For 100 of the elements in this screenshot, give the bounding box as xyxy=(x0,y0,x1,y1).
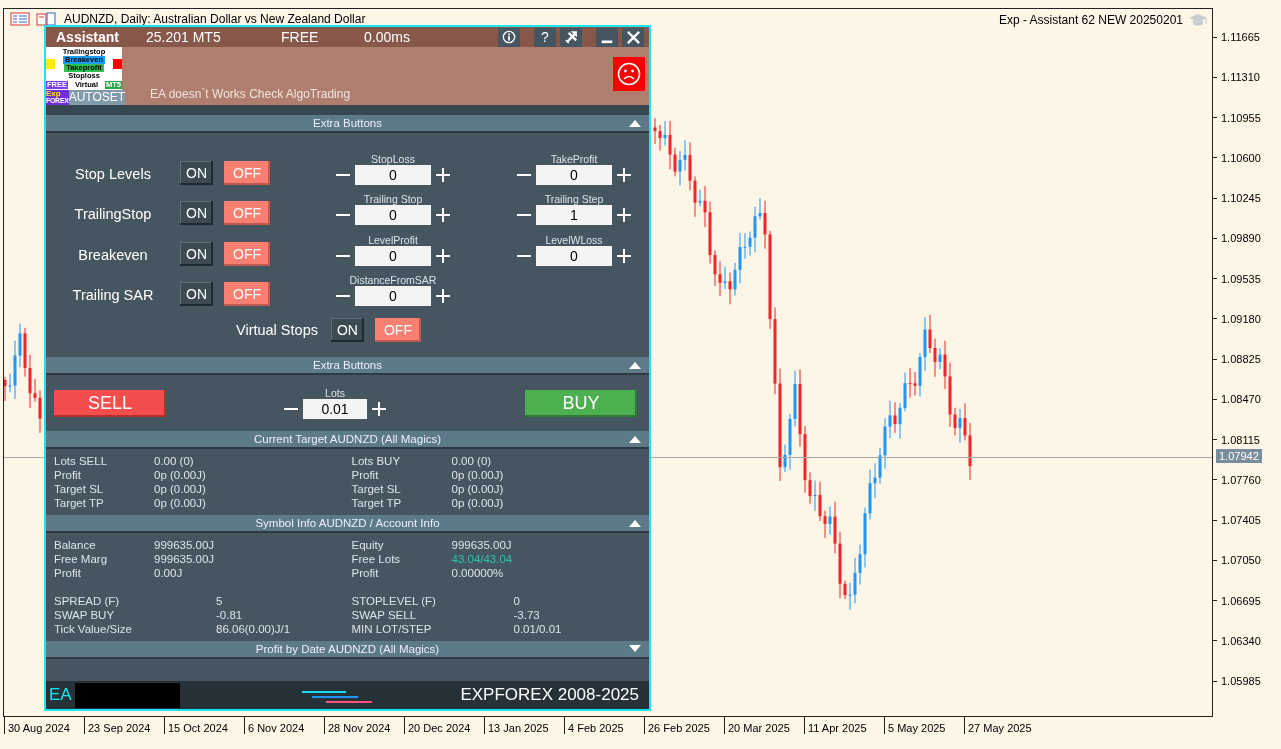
status-indicator[interactable] xyxy=(613,57,645,91)
section-header[interactable]: Extra Buttons xyxy=(46,357,649,375)
plus-icon[interactable] xyxy=(372,402,386,416)
date-label: 13 Jan 2025 xyxy=(484,717,564,734)
stat-label: STOPLEVEL (F) xyxy=(351,594,437,608)
stat-label: SWAP BUY xyxy=(54,608,116,622)
stat-label: MIN LOT/STEP xyxy=(351,622,433,636)
version-label: 25.201 MT5 xyxy=(146,29,222,45)
plus-icon[interactable] xyxy=(436,208,450,222)
date-label: 4 Feb 2025 xyxy=(564,717,644,734)
date-label: 20 Dec 2024 xyxy=(404,717,484,734)
date-label: 5 May 2025 xyxy=(884,717,964,734)
number-field[interactable]: 0 xyxy=(355,205,431,225)
date-label: 20 Mar 2025 xyxy=(724,717,804,734)
price-label: 1.07405 xyxy=(1221,514,1261,526)
field-label: LevelProfit xyxy=(368,233,418,246)
setting-label: Virtual Stops xyxy=(236,321,318,340)
price-label: 1.06340 xyxy=(1221,634,1261,647)
number-field[interactable]: 1 xyxy=(536,205,612,225)
stat-value: 999635.00J xyxy=(154,552,215,566)
collapse-arrow-icon[interactable] xyxy=(629,435,641,443)
stat-label: Equity xyxy=(351,538,385,552)
stat-value: 0p (0.00J) xyxy=(451,482,504,496)
price-label: 1.09535 xyxy=(1221,272,1261,285)
section-header[interactable]: Current Target AUDNZD (All Magics) xyxy=(46,431,649,449)
number-field[interactable]: 0 xyxy=(355,164,431,185)
plus-icon[interactable] xyxy=(617,167,631,182)
expand-arrow-icon[interactable] xyxy=(629,645,641,653)
section-header[interactable]: Profit by Date AUDNZD (All Magics) xyxy=(46,641,649,659)
stat-label: Free Lots xyxy=(351,552,402,566)
graduation-cap-icon xyxy=(1188,12,1208,28)
stat-label: Target TP xyxy=(54,496,105,510)
stat-value: 5 xyxy=(216,594,223,608)
price-label: 1.10600 xyxy=(1221,151,1261,164)
plus-icon[interactable] xyxy=(436,167,450,182)
plus-icon[interactable] xyxy=(436,248,450,263)
logo-text: Exp xyxy=(46,90,62,97)
collapse-arrow-icon[interactable] xyxy=(629,519,641,527)
number-field[interactable]: 0 xyxy=(355,286,431,306)
date-label: 15 Oct 2024 xyxy=(164,717,244,734)
stat-label: Target SL xyxy=(54,482,105,496)
stat-label: Lots SELL xyxy=(54,454,109,468)
section-header[interactable]: Extra Buttons xyxy=(46,115,649,133)
field-label: LevelWLoss xyxy=(545,233,603,246)
on-button[interactable]: ON xyxy=(180,160,213,185)
on-button[interactable]: ON xyxy=(180,241,213,266)
number-field[interactable]: 0 xyxy=(536,245,612,266)
price-label: 1.07050 xyxy=(1221,554,1261,567)
on-button[interactable]: ON xyxy=(180,282,213,306)
lots-field[interactable]: 0.01 xyxy=(303,399,367,419)
current-price-label: 1.07942 xyxy=(1216,449,1262,463)
plus-icon[interactable] xyxy=(617,208,631,222)
stat-value: 999635.00J xyxy=(154,538,215,552)
stat-label: SPREAD (F) xyxy=(54,594,121,608)
stat-label: Profit xyxy=(54,566,82,580)
collapse-arrow-icon[interactable] xyxy=(629,119,641,127)
stat-value: 0p (0.00J) xyxy=(451,496,504,510)
sad-face-icon xyxy=(617,62,641,86)
on-button[interactable]: ON xyxy=(180,201,213,225)
number-field[interactable]: 0 xyxy=(536,164,612,185)
stat-value: 0p (0.00J) xyxy=(154,496,206,510)
price-label: 1.06695 xyxy=(1221,594,1261,607)
stat-value: 0.00 (0) xyxy=(451,454,492,468)
stat-label: SWAP SELL xyxy=(351,608,418,622)
collapse-arrow-icon[interactable] xyxy=(629,361,641,369)
price-label: 1.08825 xyxy=(1221,353,1261,365)
stat-value: 0.00000% xyxy=(451,566,504,580)
price-label: 1.08470 xyxy=(1221,393,1261,406)
plus-icon[interactable] xyxy=(436,289,450,303)
date-label: 23 Sep 2024 xyxy=(84,717,164,734)
setting-label: TrailingStop xyxy=(73,205,153,224)
chart-title: AUDNZD, Daily: Australian Dollar vs New Zealand Dollar xyxy=(64,12,366,26)
stat-label: Balance xyxy=(54,538,97,552)
setting-label: Stop Levels xyxy=(74,164,152,184)
expert-label: Exp - Assistant 62 NEW 20250201 xyxy=(998,13,1183,27)
number-field[interactable]: 0 xyxy=(355,245,431,266)
stat-label: Profit xyxy=(351,566,380,580)
date-label: 28 Nov 2024 xyxy=(324,717,404,734)
price-label: 1.08115 xyxy=(1221,433,1260,446)
price-label: 1.11310 xyxy=(1221,71,1260,84)
field-label: TakeProfit xyxy=(550,152,598,165)
section-header[interactable]: Symbol Info AUDNZD / Account Info xyxy=(46,515,649,533)
plus-icon[interactable] xyxy=(617,248,631,263)
field-label: Trailing Stop xyxy=(363,193,423,205)
field-label: Lots xyxy=(325,387,345,399)
setting-label: Breakeven xyxy=(77,245,149,265)
date-label: 11 Apr 2025 xyxy=(804,717,884,734)
on-button[interactable]: ON xyxy=(330,318,364,342)
stat-value: 43.04/43.04 xyxy=(451,552,513,566)
help-button[interactable]: ? xyxy=(534,27,556,47)
price-label: 1.09890 xyxy=(1221,232,1261,245)
field-label: DistanceFromSAR xyxy=(349,274,437,286)
window-icon[interactable] xyxy=(36,12,56,26)
stat-value: 0 xyxy=(513,594,520,608)
stat-label: Lots BUY xyxy=(351,454,402,468)
date-label: 30 Aug 2024 xyxy=(4,717,84,734)
logo-block xyxy=(113,58,122,69)
stat-value: 0p (0.00J) xyxy=(154,468,206,482)
stat-label: Profit xyxy=(54,468,82,482)
price-label: 1.05985 xyxy=(1221,675,1261,687)
